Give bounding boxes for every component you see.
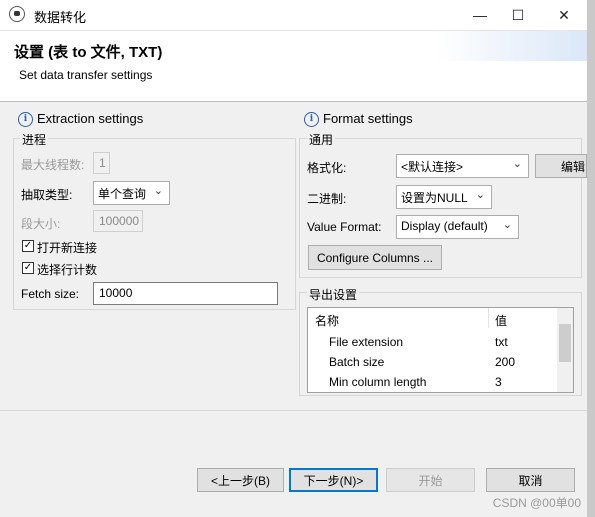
extraction-settings-title: Extraction settings (37, 111, 144, 126)
binary-select[interactable]: 设置为NULL ⌄ (396, 185, 492, 209)
cell-name: Batch size (329, 355, 385, 369)
info-icon: i (18, 112, 33, 127)
footer-divider (0, 410, 587, 411)
value-format-select[interactable]: Display (default) ⌄ (396, 215, 519, 239)
scrollbar-thumb[interactable] (559, 324, 571, 362)
cancel-button[interactable]: 取消 (486, 468, 575, 492)
chevron-down-icon: ⌄ (475, 189, 485, 201)
cell-value: 200 (495, 355, 516, 369)
column-header-value: 值 (495, 314, 508, 328)
window-edge (587, 0, 595, 517)
open-new-connection-label: 打开新连接 (37, 241, 98, 255)
chevron-down-icon: ⌄ (512, 158, 522, 170)
format-settings-title: Format settings (323, 111, 413, 126)
fetch-size-input[interactable]: 10000 (93, 282, 278, 305)
extract-type-value: 单个查询 (98, 187, 147, 201)
formatting-value: <默认连接> (401, 160, 464, 174)
cell-value: 3 (495, 375, 502, 389)
column-divider (488, 308, 489, 328)
info-icon: i (304, 112, 319, 127)
extract-type-select[interactable]: 单个查询 ⌄ (93, 181, 170, 205)
cell-name: Min column length (329, 375, 427, 389)
export-settings-label: 导出设置 (307, 286, 360, 303)
max-threads-label: 最大线程数: (21, 158, 85, 172)
cell-name: File extension (329, 335, 404, 349)
start-button[interactable]: 开始 (386, 468, 475, 492)
export-settings-table[interactable]: 名称 值 File extension txt Batch size 200 M… (307, 307, 574, 393)
window-title: 数据转化 (34, 10, 87, 25)
app-icon (9, 6, 25, 22)
general-group-label: 通用 (307, 131, 336, 148)
table-scrollbar[interactable] (557, 308, 573, 392)
open-new-connection-checkbox[interactable]: ✓ (22, 240, 34, 252)
watermark: CSDN @00单00 (492, 496, 581, 510)
process-group-label: 进程 (20, 131, 49, 148)
binary-value: 设置为NULL (401, 191, 468, 205)
maximize-button[interactable]: ☐ (495, 0, 541, 30)
cell-value: txt (495, 335, 508, 349)
close-button[interactable]: ✕ (541, 0, 587, 30)
segment-size-label: 段大小: (21, 217, 61, 231)
page-subtitle: Set data transfer settings (19, 68, 153, 82)
header-decoration (437, 31, 587, 61)
configure-columns-button[interactable]: Configure Columns ... (308, 245, 442, 270)
formatting-select[interactable]: <默认连接> ⌄ (396, 154, 529, 178)
back-button[interactable]: <上一步(B) (197, 468, 284, 492)
value-format-value: Display (default) (401, 219, 488, 233)
select-row-count-checkbox[interactable]: ✓ (22, 262, 34, 274)
value-format-label: Value Format: (307, 220, 382, 234)
max-threads-input[interactable]: 1 (93, 152, 110, 174)
chevron-down-icon: ⌄ (502, 219, 512, 231)
binary-label: 二进制: (307, 192, 347, 206)
page-title: 设置 (表 to 文件, TXT) (14, 44, 163, 61)
formatting-label: 格式化: (307, 161, 347, 175)
table-row[interactable]: Batch size 200 (308, 352, 558, 372)
table-row[interactable]: File extension txt (308, 332, 558, 352)
table-row[interactable]: Min column length 3 (308, 372, 558, 392)
fetch-size-label: Fetch size: (21, 287, 80, 301)
select-row-count-label: 选择行计数 (37, 263, 98, 277)
chevron-down-icon: ⌄ (153, 185, 163, 197)
extract-type-label: 抽取类型: (21, 188, 73, 202)
title-bar: 数据转化 — ☐ ✕ (0, 0, 595, 31)
edit-button[interactable]: 编辑 (535, 154, 587, 178)
column-header-name: 名称 (315, 314, 340, 328)
next-button[interactable]: 下一步(N)> (289, 468, 378, 492)
segment-size-input[interactable]: 100000 (93, 210, 143, 232)
